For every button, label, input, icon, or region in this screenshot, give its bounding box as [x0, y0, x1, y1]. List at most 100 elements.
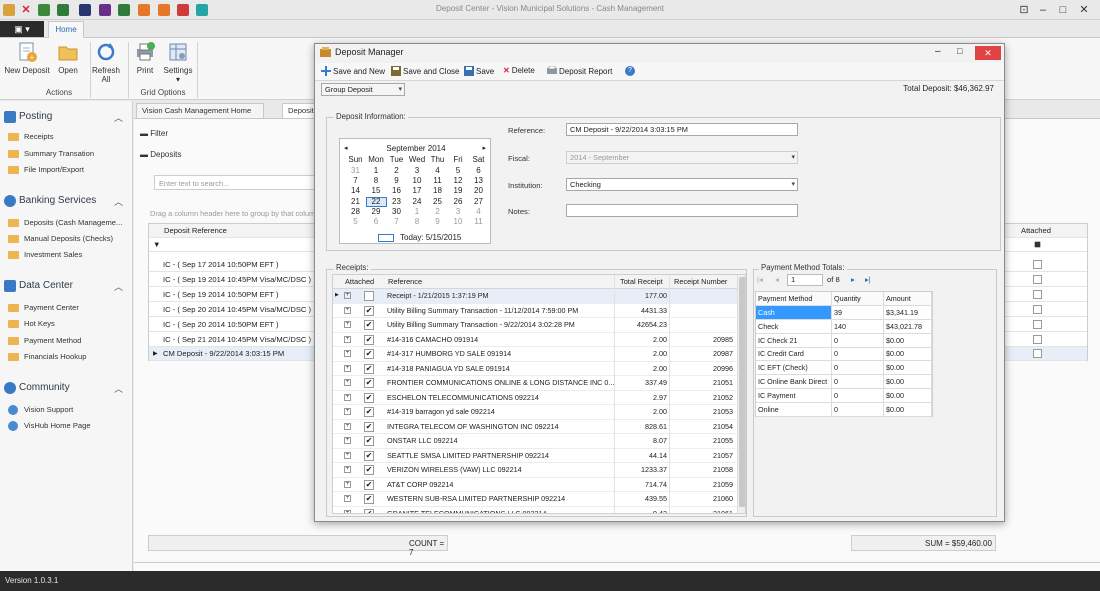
- page-input[interactable]: 1: [787, 274, 823, 286]
- calendar-day[interactable]: 3: [448, 207, 469, 216]
- attached-checkbox[interactable]: ✔: [364, 363, 374, 374]
- save-and-new-button[interactable]: Save and New: [321, 66, 385, 76]
- calendar-day[interactable]: 16: [386, 186, 407, 195]
- reference-field[interactable]: CM Deposit - 9/22/2014 3:03:15 PM: [566, 123, 798, 136]
- calendar-day[interactable]: 12: [448, 176, 469, 185]
- expand-icon[interactable]: +: [344, 422, 351, 430]
- calendar-day[interactable]: 1: [407, 207, 428, 216]
- calendar-day[interactable]: 28: [345, 207, 366, 216]
- calendar-day[interactable]: 31: [345, 166, 366, 175]
- prev-page-icon[interactable]: ◂: [775, 275, 779, 284]
- expand-icon[interactable]: +: [344, 350, 351, 357]
- receipt-row[interactable]: + ✔ Utility Billing Summary Transaction - …: [333, 304, 737, 318]
- calendar-day[interactable]: 8: [407, 217, 428, 226]
- receipt-row[interactable]: + ✔ #14-319 barragon yd sale 092214 2.00 210…: [333, 405, 737, 420]
- column-header-attached[interactable]: Attached: [1021, 224, 1051, 237]
- calendar-day[interactable]: 15: [366, 186, 387, 195]
- attached-checkbox[interactable]: [1033, 260, 1042, 269]
- print-button[interactable]: Print: [132, 41, 158, 75]
- attached-checkbox[interactable]: ✔: [364, 465, 374, 475]
- calendar-day[interactable]: 6: [366, 217, 387, 226]
- calendar-day[interactable]: 11: [468, 217, 489, 226]
- attached-checkbox[interactable]: [1033, 349, 1042, 358]
- filter-section[interactable]: ▬ Filter: [140, 129, 168, 138]
- column-header-total-receipt[interactable]: Total Receipt: [620, 275, 663, 288]
- calendar-day[interactable]: 25: [427, 197, 448, 206]
- calendar-day[interactable]: 13: [468, 176, 489, 185]
- pm-row[interactable]: IC Online Bank Direct 0 $0.00: [756, 375, 932, 389]
- tab-home[interactable]: Home: [48, 21, 84, 39]
- calendar-day[interactable]: 10: [407, 176, 428, 185]
- receipt-row[interactable]: + ✔ #14-317 HUMBORG YD SALE 091914 2.00 2098…: [333, 347, 737, 362]
- receipts-scrollbar[interactable]: [737, 275, 745, 513]
- receipt-row[interactable]: + ✔ WESTERN SUB-RSA LIMITED PARTNERSHIP 09…: [333, 492, 737, 507]
- calendar-day[interactable]: 21: [345, 197, 366, 206]
- calendar-day[interactable]: 10: [448, 217, 469, 226]
- file-menu-button[interactable]: ▣ ▾: [0, 21, 44, 37]
- calendar-day[interactable]: 27: [468, 197, 489, 206]
- attached-checkbox[interactable]: ✔: [364, 407, 374, 417]
- pm-row[interactable]: Cash 39 $3,341.19: [756, 306, 932, 320]
- first-page-icon[interactable]: |◂: [757, 275, 763, 284]
- receipt-row[interactable]: + ✔ SEATTLE SMSA LIMITED PARTNERSHIP 09221…: [333, 449, 737, 463]
- attached-checkbox[interactable]: ✔: [364, 508, 374, 513]
- sidebar-section-data-center[interactable]: Data Center ︿: [0, 276, 133, 296]
- attached-checkbox[interactable]: [1033, 335, 1042, 344]
- calendar-day[interactable]: 4: [468, 207, 489, 216]
- calendar-day[interactable]: 2: [386, 166, 407, 175]
- chevron-up-icon[interactable]: ︿: [114, 280, 123, 293]
- calendar-day[interactable]: 7: [386, 217, 407, 226]
- help-icon[interactable]: ?: [625, 66, 635, 76]
- receipt-row[interactable]: + ✔ INTEGRA TELECOM OF WASHINGTON INC 0922…: [333, 420, 737, 434]
- expand-icon[interactable]: +: [344, 379, 351, 386]
- receipt-row[interactable]: ▶ + Receipt - 1/21/2015 1:37:19 PM 177.00: [333, 289, 737, 304]
- calendar-day[interactable]: 1: [366, 166, 387, 175]
- sidebar-section-banking[interactable]: Banking Services ︿: [0, 191, 133, 211]
- institution-select[interactable]: Checking ▾: [566, 178, 798, 191]
- expand-icon[interactable]: +: [344, 480, 351, 488]
- calendar-day-selected[interactable]: 22: [365, 196, 387, 207]
- pm-row[interactable]: IC Credit Card 0 $0.00: [756, 347, 932, 362]
- attached-checkbox[interactable]: [364, 291, 374, 301]
- pm-row[interactable]: Online 0 $0.00: [756, 402, 932, 417]
- expand-icon[interactable]: +: [344, 364, 351, 372]
- minimize-icon[interactable]: –: [935, 46, 941, 57]
- attached-checkbox[interactable]: ✔: [364, 349, 374, 359]
- calendar-day[interactable]: 4: [427, 166, 448, 175]
- calendar-day[interactable]: 3: [407, 166, 428, 175]
- attached-checkbox[interactable]: [1033, 305, 1042, 314]
- maximize-icon[interactable]: □: [1056, 3, 1070, 17]
- receipt-row[interactable]: + ✔ #14-316 CAMACHO 091914 2.00 20985: [333, 333, 737, 347]
- attached-checkbox[interactable]: ✔: [364, 436, 374, 446]
- sidebar-section-posting[interactable]: Posting ︿: [0, 107, 133, 127]
- new-deposit-button[interactable]: + New Deposit: [4, 41, 50, 75]
- receipt-row[interactable]: + ✔ ONSTAR LLC 092214 8.07 21055: [333, 434, 737, 449]
- column-header-quantity[interactable]: Quantity: [832, 292, 884, 306]
- expand-icon[interactable]: +: [344, 292, 351, 299]
- calendar-day[interactable]: 9: [386, 176, 407, 185]
- receipt-row[interactable]: + ✔ #14-318 PANIAGUA YD SALE 091914 2.00 209…: [333, 362, 737, 376]
- calendar-day[interactable]: 17: [407, 186, 428, 195]
- calendar-day[interactable]: 8: [366, 176, 387, 185]
- scrollbar-thumb[interactable]: [739, 277, 745, 507]
- calendar-day[interactable]: 5: [448, 166, 469, 175]
- expand-icon[interactable]: +: [344, 393, 351, 401]
- expand-icon[interactable]: +: [344, 408, 351, 415]
- calendar-day[interactable]: 23: [386, 197, 407, 206]
- calendar-day[interactable]: 29: [366, 207, 387, 216]
- column-header-receipt-number[interactable]: Receipt Number: [674, 275, 727, 288]
- attached-checkbox[interactable]: ✔: [364, 334, 374, 345]
- column-header-reference[interactable]: Reference: [388, 275, 422, 288]
- last-page-icon[interactable]: ▸|: [865, 275, 871, 284]
- dialog-close-button[interactable]: ✕: [975, 46, 1001, 60]
- calendar-day[interactable]: 30: [386, 207, 407, 216]
- receipt-row[interactable]: + ✔ Utility Billing Summary Transaction - …: [333, 318, 737, 333]
- maximize-icon[interactable]: □: [957, 46, 962, 56]
- attached-checkbox[interactable]: ✔: [364, 479, 374, 490]
- calendar-day[interactable]: 24: [407, 197, 428, 206]
- column-header-amount[interactable]: Amount: [884, 292, 932, 306]
- column-header-payment-method[interactable]: Payment Method: [756, 292, 832, 306]
- chevron-up-icon[interactable]: ︿: [114, 195, 123, 208]
- next-month-icon[interactable]: ▸: [482, 144, 486, 152]
- calendar-day[interactable]: 19: [448, 186, 469, 195]
